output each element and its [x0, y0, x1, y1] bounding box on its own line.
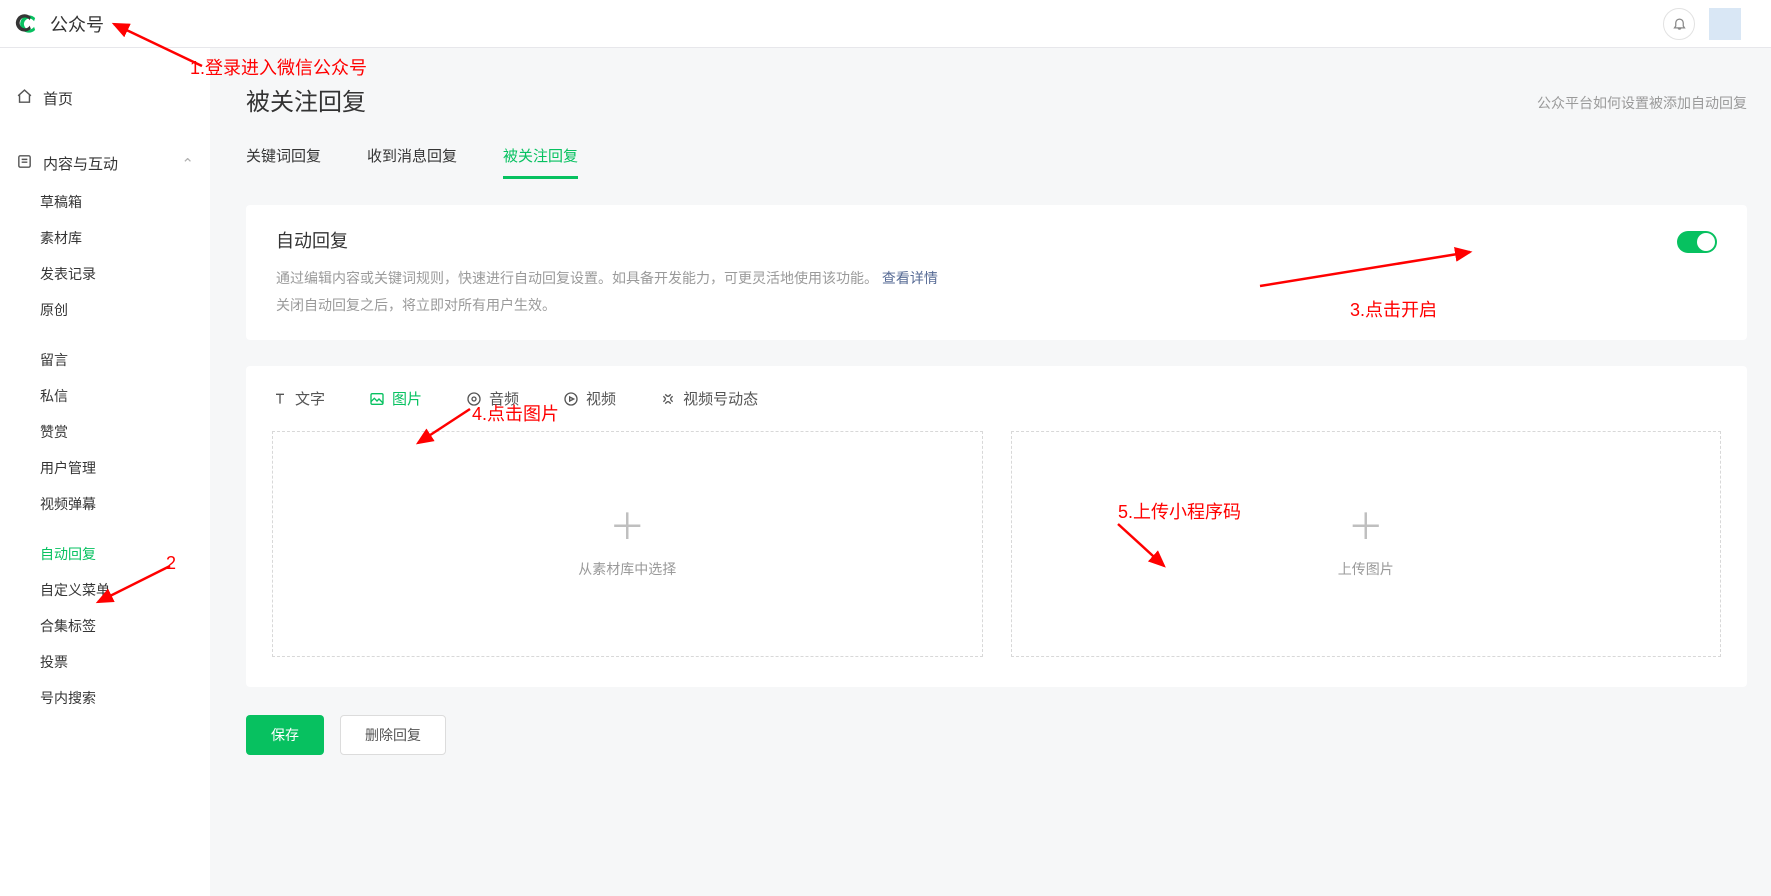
reply-tabs: 关键词回复 收到消息回复 被关注回复: [246, 145, 1747, 179]
type-tab-channel[interactable]: 视频号动态: [660, 388, 758, 409]
chevron-up-icon: ⌃: [181, 155, 194, 173]
select-from-library-label: 从素材库中选择: [578, 559, 676, 579]
sidebar-item-materials[interactable]: 素材库: [0, 220, 210, 256]
image-icon: [369, 391, 385, 407]
save-button[interactable]: 保存: [246, 715, 324, 755]
sidebar-item-custom-menu[interactable]: 自定义菜单: [0, 572, 210, 608]
sidebar-item-publish-log[interactable]: 发表记录: [0, 256, 210, 292]
type-tab-text-label: 文字: [295, 388, 325, 409]
video-icon: [563, 391, 579, 407]
help-link[interactable]: 公众平台如何设置被添加自动回复: [1537, 93, 1747, 113]
sidebar-item-auto-reply[interactable]: 自动回复: [0, 536, 210, 572]
auto-reply-desc: 通过编辑内容或关键词规则，快速进行自动回复设置。如具备开发能力，可更灵活地使用该…: [276, 265, 938, 318]
sidebar-item-insearch[interactable]: 号内搜索: [0, 680, 210, 716]
sidebar-label: 首页: [43, 88, 73, 109]
view-details-link[interactable]: 查看详情: [882, 270, 938, 286]
auto-reply-desc-line1: 通过编辑内容或关键词规则，快速进行自动回复设置。如具备开发能力，可更灵活地使用该…: [276, 270, 878, 286]
plus-icon: ＋: [1348, 509, 1384, 545]
sidebar: 首页 内容与互动 ⌃ 草稿箱 素材库 发表记录 原创 留言 私信 赞赏 用户管理…: [0, 48, 210, 896]
tab-keyword-reply[interactable]: 关键词回复: [246, 145, 321, 179]
page-title: 被关注回复: [246, 82, 366, 117]
content-type-tabs: 文字 图片 音频 视频: [272, 384, 1721, 425]
auto-reply-desc-line2: 关闭自动回复之后，将立即对所有用户生效。: [276, 297, 556, 313]
sidebar-item-user-mgmt[interactable]: 用户管理: [0, 450, 210, 486]
type-tab-audio[interactable]: 音频: [466, 388, 519, 409]
wechat-logo-icon: [14, 11, 40, 37]
sidebar-group-label: 内容与互动: [43, 153, 118, 174]
type-tab-channel-label: 视频号动态: [683, 388, 758, 409]
type-tab-video[interactable]: 视频: [563, 388, 616, 409]
type-tab-audio-label: 音频: [489, 388, 519, 409]
tab-follow-reply[interactable]: 被关注回复: [503, 145, 578, 179]
sidebar-item-original[interactable]: 原创: [0, 292, 210, 328]
avatar[interactable]: [1709, 8, 1741, 40]
audio-icon: [466, 391, 482, 407]
upload-image-zone[interactable]: ＋ 上传图片: [1011, 431, 1722, 657]
type-tab-text[interactable]: 文字: [272, 388, 325, 409]
top-bar: 公众号: [0, 0, 1771, 48]
type-tab-image-label: 图片: [392, 388, 422, 409]
auto-reply-toggle[interactable]: [1677, 231, 1717, 253]
upload-image-label: 上传图片: [1338, 559, 1394, 579]
brand-name: 公众号: [50, 11, 104, 37]
delete-reply-button[interactable]: 删除回复: [340, 715, 446, 755]
channel-icon: [660, 391, 676, 407]
sidebar-item-home[interactable]: 首页: [0, 78, 210, 119]
sidebar-item-reward[interactable]: 赞赏: [0, 414, 210, 450]
select-from-library-zone[interactable]: ＋ 从素材库中选择: [272, 431, 983, 657]
sidebar-item-video-danmu[interactable]: 视频弹幕: [0, 486, 210, 522]
sidebar-item-vote[interactable]: 投票: [0, 644, 210, 680]
auto-reply-card: 自动回复 通过编辑内容或关键词规则，快速进行自动回复设置。如具备开发能力，可更灵…: [246, 205, 1747, 340]
sidebar-item-comments[interactable]: 留言: [0, 342, 210, 378]
auto-reply-title: 自动回复: [276, 227, 938, 253]
home-icon: [16, 88, 33, 109]
reply-content-card: 文字 图片 音频 视频: [246, 366, 1747, 687]
sidebar-group-content[interactable]: 内容与互动 ⌃: [0, 139, 210, 184]
main-content: 被关注回复 公众平台如何设置被添加自动回复 关键词回复 收到消息回复 被关注回复…: [210, 48, 1771, 896]
sidebar-item-collection-tag[interactable]: 合集标签: [0, 608, 210, 644]
plus-icon: ＋: [609, 509, 645, 545]
sidebar-item-drafts[interactable]: 草稿箱: [0, 184, 210, 220]
notifications-button[interactable]: [1663, 8, 1695, 40]
sidebar-item-dm[interactable]: 私信: [0, 378, 210, 414]
text-icon: [272, 391, 288, 407]
list-icon: [16, 153, 33, 174]
tab-message-reply[interactable]: 收到消息回复: [367, 145, 457, 179]
type-tab-image[interactable]: 图片: [369, 388, 422, 409]
type-tab-video-label: 视频: [586, 388, 616, 409]
